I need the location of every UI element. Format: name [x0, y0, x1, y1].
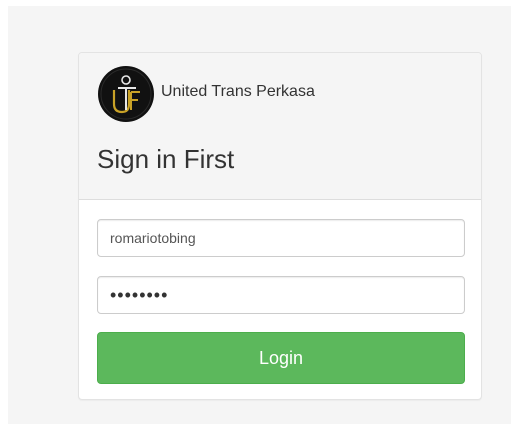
- utf-monogram-logo: [98, 66, 154, 122]
- login-card: United Trans Perkasa Sign in First Login: [78, 52, 482, 400]
- page-title: Sign in First: [97, 144, 235, 174]
- login-button[interactable]: Login: [97, 332, 465, 384]
- company-name: United Trans Perkasa: [161, 83, 315, 100]
- password-input[interactable]: [97, 276, 465, 314]
- username-input[interactable]: [97, 219, 465, 257]
- page-background: United Trans Perkasa Sign in First Login: [8, 6, 511, 424]
- card-header: United Trans Perkasa Sign in First: [79, 53, 481, 200]
